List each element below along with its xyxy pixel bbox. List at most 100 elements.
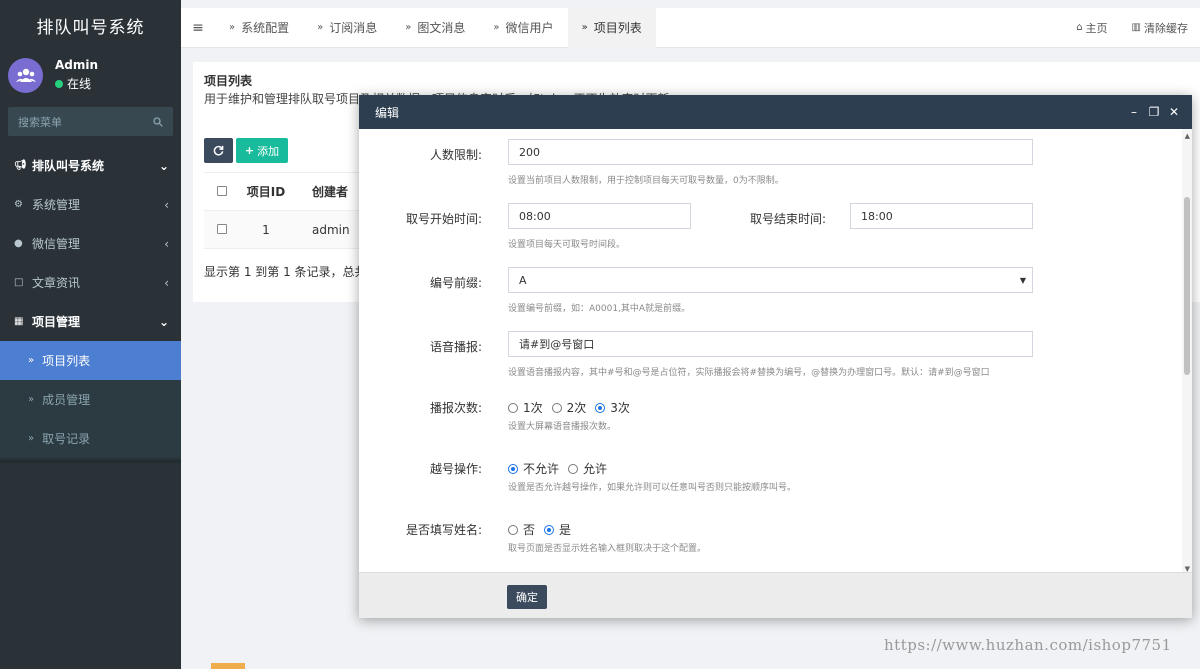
users-icon [15, 68, 36, 82]
tab-project-list[interactable]: » 项目列表 [567, 7, 656, 48]
double-chevron-icon: » [581, 22, 588, 33]
times-label: 播报次数: [429, 401, 482, 415]
sidebar-item-members[interactable]: » 成员管理 [0, 380, 181, 419]
close-icon[interactable]: ✕ [1164, 105, 1184, 119]
skip-label: 越号操作: [429, 462, 482, 476]
times-option-2[interactable]: 2次 [551, 399, 586, 416]
home-link[interactable]: ⌂ 主页 [1064, 20, 1119, 36]
sidebar-subitem-label: 成员管理 [42, 393, 91, 407]
field-limit: 人数限制: 200 设置当前项目人数限制，用于控制项目每天可取号数量，0为不限制… [359, 139, 1179, 189]
scroll-up-icon[interactable]: ▲ [1185, 132, 1190, 140]
end-time-input[interactable]: 18:00 [850, 203, 1033, 229]
field-skip: 越号操作: 不允许 允许 设置是否允许越号操作，如果允许则可以任意叫号否则只能按… [359, 460, 1179, 500]
user-status: 在线 [55, 75, 98, 92]
double-chevron-icon: » [28, 433, 35, 444]
prefix-label: 编号前缀: [429, 276, 482, 290]
tab-news[interactable]: » 图文消息 [391, 8, 479, 48]
skip-help: 设置是否允许越号操作，如果允许则可以任意叫号否则只能按顺序叫号。 [508, 483, 797, 493]
trash-icon: ▥ [1131, 22, 1141, 33]
start-time-input[interactable]: 08:00 [508, 203, 691, 229]
field-times: 播报次数: 1次 2次 3次 设置大屏幕语音播报次数。 [359, 399, 1179, 439]
modal-body: 人数限制: 200 设置当前项目人数限制，用于控制项目每天可取号数量，0为不限制… [359, 129, 1192, 572]
select-all-checkbox[interactable] [204, 185, 240, 199]
sidebar-item-label: 排队叫号系统 [32, 159, 105, 173]
scrollbar-thumb[interactable] [1184, 197, 1190, 375]
menu-toggle-icon[interactable]: ≡ [181, 20, 215, 36]
times-option-3[interactable]: 3次 [595, 399, 630, 416]
search-icon[interactable] [153, 116, 163, 127]
sidebar-item-projects[interactable]: ▦ 项目管理 ⌄ [0, 302, 181, 341]
limit-input[interactable]: 200 [508, 139, 1033, 165]
sidebar-subitem-label: 取号记录 [42, 432, 91, 446]
pagination-info: 显示第 1 到第 1 条记录，总共 1 [204, 265, 378, 279]
tab-label: 微信用户 [505, 21, 554, 35]
limit-help: 设置当前项目人数限制，用于控制项目每天可取号数量，0为不限制。 [508, 176, 784, 186]
sidebar-item-project-list[interactable]: » 项目列表 [0, 341, 181, 380]
skip-option-deny[interactable]: 不允许 [508, 460, 559, 477]
time-help: 设置项目每天可取号时间段。 [508, 240, 626, 250]
skip-radio-group: 不允许 允许 [508, 460, 616, 477]
sidebar-item-wechat[interactable]: ● 微信管理 ‹ [0, 224, 181, 263]
end-time-label: 取号结束时间: [749, 212, 826, 226]
sidebar-item-label: 文章资讯 [32, 276, 81, 290]
sidebar-item-queue-system[interactable]: 📢︎ 排队叫号系统 ⌄ [0, 146, 181, 185]
sidebar-search-input[interactable]: 搜索菜单 [8, 107, 173, 136]
prefix-value: A [519, 273, 527, 287]
refresh-icon [213, 145, 224, 156]
tab-system-config[interactable]: » 系统配置 [215, 8, 303, 48]
times-help: 设置大屏幕语音播报次数。 [508, 422, 617, 432]
app-brand: 排队叫号系统 [0, 0, 181, 50]
field-name-required: 是否填写姓名: 否 是 取号页面是否显示姓名输入框则取决于这个配置。 [359, 521, 1179, 561]
double-chevron-icon: » [317, 22, 324, 33]
option-label: 1次 [523, 401, 543, 415]
tab-subscription[interactable]: » 订阅消息 [303, 8, 391, 48]
tab-wechat-users[interactable]: » 微信用户 [479, 8, 567, 48]
bottom-tab-indicator [211, 663, 245, 669]
user-panel: Admin 在线 [0, 50, 181, 100]
cogs-icon: ⚙ [14, 199, 23, 210]
name-required-option-no[interactable]: 否 [508, 521, 535, 538]
top-navbar: ≡ » 系统配置 » 订阅消息 » 图文消息 » 微信用户 » 项目列表 ⌂ 主页 ▥ 清除缓… [181, 7, 1200, 48]
field-time-range: 取号开始时间: 08:00 取号结束时间: 18:00 设置项目每天可取号时间段… [359, 203, 1179, 253]
prefix-help: 设置编号前缀，如：A0001,其中A就是前缀。 [508, 304, 691, 314]
sidebar-item-articles[interactable]: □ 文章资讯 ‹ [0, 263, 181, 302]
name-required-option-yes[interactable]: 是 [544, 521, 571, 538]
avatar [8, 57, 43, 93]
confirm-button[interactable]: 确定 [507, 585, 547, 609]
tab-label: 订阅消息 [329, 21, 378, 35]
clear-cache-link[interactable]: ▥ 清除缓存 [1120, 20, 1200, 36]
plus-icon: + [244, 144, 255, 157]
sidebar-item-ticket-records[interactable]: » 取号记录 [0, 419, 181, 458]
chevron-left-icon: ‹ [164, 275, 169, 290]
modal-title: 编辑 [375, 105, 400, 120]
add-label: 添加 [257, 144, 280, 158]
cell-id: 1 [262, 222, 270, 237]
limit-label: 人数限制: [429, 148, 482, 162]
watermark-text: https://www.huzhan.com/ishop7751 [884, 636, 1172, 654]
edit-modal: 编辑 – ❐ ✕ 人数限制: 200 设置当前项目人数限制，用于控制项目每天可取… [359, 95, 1192, 618]
maximize-icon[interactable]: ❐ [1144, 105, 1164, 119]
tab-label: 系统配置 [241, 21, 290, 35]
skip-option-allow[interactable]: 允许 [568, 460, 607, 477]
voice-input[interactable]: 请#到@号窗口 [508, 331, 1033, 357]
times-option-1[interactable]: 1次 [508, 399, 543, 416]
minimize-icon[interactable]: – [1124, 105, 1144, 119]
add-button[interactable]: + 添加 [236, 138, 288, 163]
column-header-id[interactable]: 项目ID [240, 183, 292, 200]
chevron-down-icon: ⌄ [158, 158, 169, 173]
row-checkbox[interactable] [204, 223, 240, 237]
sidebar-item-system[interactable]: ⚙ 系统管理 ‹ [0, 185, 181, 224]
column-header-creator[interactable]: 创建者 [292, 183, 362, 200]
name-required-help: 取号页面是否显示姓名输入框则取决于这个配置。 [508, 544, 707, 554]
modal-footer: 确定 [359, 572, 1192, 618]
user-status-label: 在线 [67, 77, 92, 91]
double-chevron-icon: » [493, 22, 500, 33]
comments-icon: ● [14, 238, 23, 249]
bullhorn-icon: 📢︎ [14, 160, 27, 171]
prefix-select[interactable]: A ▼ [508, 267, 1033, 293]
double-chevron-icon: » [405, 22, 412, 33]
name-required-radio-group: 否 是 [508, 521, 580, 538]
refresh-button[interactable] [204, 138, 233, 163]
name-required-label: 是否填写姓名: [405, 523, 482, 537]
double-chevron-icon: » [28, 355, 35, 366]
